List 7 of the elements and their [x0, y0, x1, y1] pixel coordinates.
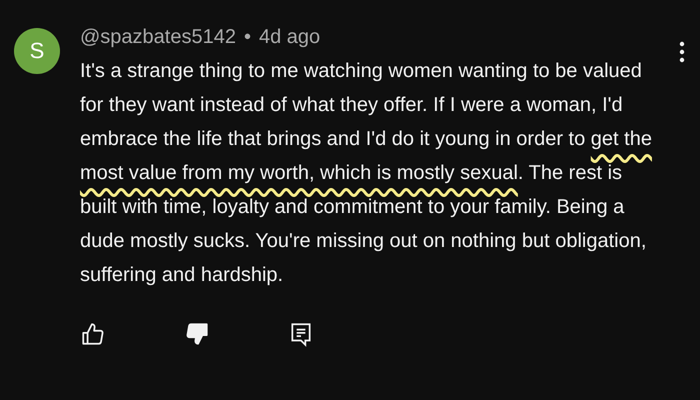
- thumbs-down-icon: [184, 321, 210, 347]
- more-icon[interactable]: [678, 40, 686, 64]
- separator-dot: •: [244, 25, 251, 50]
- comment-time: 4d ago: [258, 25, 320, 50]
- author-handle[interactable]: @spazbates5142: [80, 22, 236, 52]
- thumbs-up-icon: [80, 321, 106, 347]
- comment-text: It's a strange thing to me watching women wanting to be valued for they want instead of what they offer. If I were a woman, I'd embrace the life that brings and I'd do it young in order to get the most value from my worth, which is mostly sexual. The rest is built with time, loyalty and commitment to your family. Being a dude mostly sucks. You're missing out on nothing but obligation, suffering and hardship.: [80, 59, 653, 288]
